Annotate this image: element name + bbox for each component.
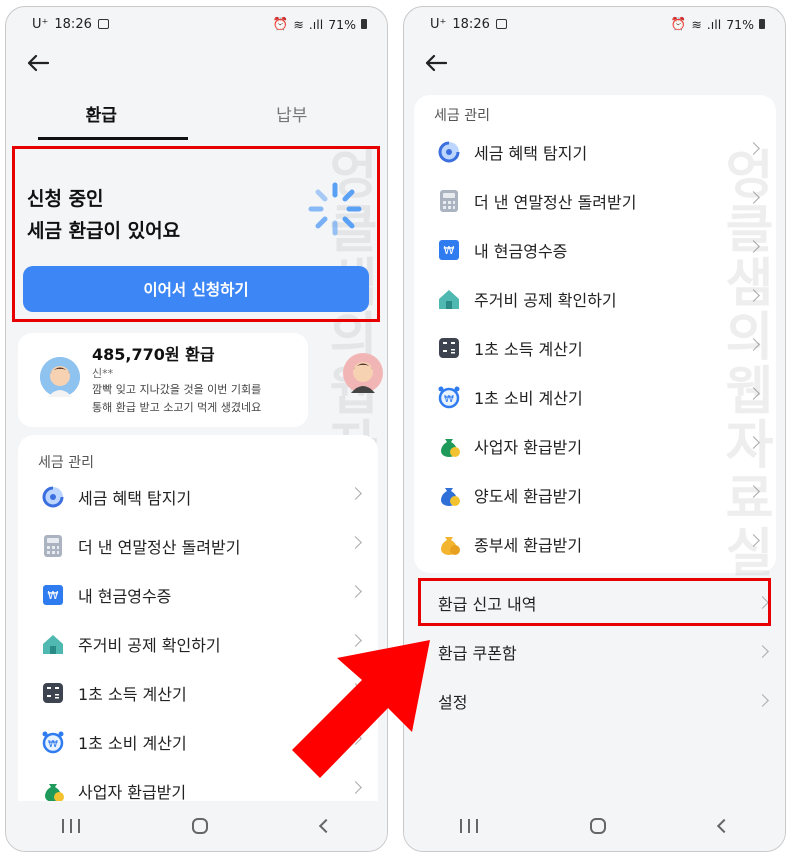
- carrier-label: U⁺: [430, 16, 447, 32]
- status-bar: U⁺ 18:26 ⏰ ≋ .ıll 71%: [404, 7, 785, 41]
- continue-apply-button[interactable]: 이어서 신청하기: [23, 266, 369, 312]
- list-item-label: 주거비 공제 확인하기: [78, 636, 221, 655]
- review-text: 깜빡 잊고 지나갔을 것을 이번 기회를 통해 환급 받고 소고기 먹게 생겼네…: [92, 381, 312, 417]
- svg-text:₩: ₩: [444, 244, 455, 257]
- apply-title-line1: 신청 중인: [27, 188, 104, 210]
- review-text-line2: 통해 환급 받고 소고기 먹게 생겼네요: [92, 401, 262, 414]
- list-item-label: 1초 소득 계산기: [474, 340, 583, 359]
- gallery-icon: [97, 19, 109, 29]
- house-icon: [436, 286, 462, 312]
- list-item-label: 더 낸 연말정산 돌려받기: [474, 193, 637, 212]
- spiral-icon: [40, 484, 66, 510]
- battery-icon: [759, 19, 765, 29]
- tab-indicator: [38, 137, 188, 140]
- recent-apps-icon[interactable]: [62, 819, 81, 833]
- red-pointer-arrow: [292, 640, 430, 778]
- list-item-label: 사업자 환급받기: [474, 438, 583, 457]
- chevron-right-icon: [756, 645, 769, 658]
- money-bag-blue-icon: [436, 482, 462, 508]
- menu-item-label: 설정: [438, 693, 468, 712]
- alarm-icon: ⏰: [670, 16, 687, 31]
- menu-item[interactable]: 설정: [420, 681, 785, 721]
- tab-payment[interactable]: 납부: [197, 91, 388, 139]
- battery-label: 71%: [328, 16, 356, 32]
- chevron-right-icon: [349, 487, 362, 500]
- list-item-label: 사업자 환급받기: [78, 783, 187, 802]
- list-item-label: 더 낸 연말정산 돌려받기: [78, 538, 241, 557]
- list-item-label: 1초 소득 계산기: [78, 685, 187, 704]
- list-item-label: 양도세 환급받기: [474, 487, 583, 506]
- wifi-icon: ≋: [691, 16, 702, 32]
- alarm-won-icon: ₩: [40, 729, 66, 755]
- section-title: 세금 관리: [434, 108, 490, 124]
- avatar: [40, 357, 80, 397]
- nav-back-icon[interactable]: [318, 818, 333, 834]
- carrier-label: U⁺: [32, 16, 49, 32]
- right-phone-screen: U⁺ 18:26 ⏰ ≋ .ıll 71% 세금 관리 세금 혜택 탐지기더 낸…: [403, 6, 786, 852]
- house-icon: [40, 631, 66, 657]
- back-arrow-icon[interactable]: [422, 49, 450, 77]
- money-bag-icon: [436, 433, 462, 459]
- android-nav-bar: [404, 801, 785, 851]
- receipt-icon: ₩: [40, 582, 66, 608]
- tab-refund[interactable]: 환급: [6, 91, 197, 139]
- money-bag-yellow-icon: [436, 531, 462, 557]
- chevron-right-icon: [756, 694, 769, 707]
- svg-text:₩: ₩: [444, 394, 454, 405]
- alarm-won-icon: ₩: [436, 384, 462, 410]
- calc-dark-icon: [436, 335, 462, 361]
- refund-amount: 485,770원 환급: [92, 345, 215, 364]
- recent-apps-icon[interactable]: [460, 819, 479, 833]
- status-bar: U⁺ 18:26 ⏰ ≋ .ıll 71%: [6, 7, 387, 41]
- calculator-icon: [40, 533, 66, 559]
- receipt-icon: ₩: [436, 237, 462, 263]
- signal-icon: .ıll: [308, 16, 324, 32]
- menu-item-label: 환급 쿠폰함: [438, 644, 517, 663]
- gallery-icon: [495, 19, 507, 29]
- calculator-icon: [436, 188, 462, 214]
- nav-back-icon[interactable]: [716, 818, 731, 834]
- list-item-label: 종부세 환급받기: [474, 536, 583, 555]
- list-item-label: 1초 소비 계산기: [474, 389, 583, 408]
- avatar-next: [343, 353, 383, 393]
- reviewer-name: 신**: [92, 367, 114, 380]
- calc-dark-icon: [40, 680, 66, 706]
- home-icon[interactable]: [192, 818, 209, 834]
- list-item-label: 내 현금영수증: [78, 587, 172, 606]
- list-item-label: 세금 혜택 탐지기: [78, 489, 192, 508]
- spiral-icon: [436, 139, 462, 165]
- back-arrow-icon[interactable]: [24, 49, 52, 77]
- menu-item[interactable]: 환급 쿠폰함: [420, 632, 785, 672]
- tab-bar: 환급 납부: [6, 91, 387, 139]
- list-item[interactable]: 세금 혜택 탐지기: [18, 475, 378, 519]
- watermark: 엉클샘의웹자료실: [714, 147, 774, 579]
- loading-spinner-icon: [308, 182, 362, 236]
- alarm-icon: ⏰: [272, 16, 289, 31]
- android-nav-bar: [6, 801, 387, 851]
- list-item-label: 1초 소비 계산기: [78, 734, 187, 753]
- wifi-icon: ≋: [293, 16, 304, 32]
- list-item[interactable]: 더 낸 연말정산 돌려받기: [18, 524, 378, 568]
- battery-label: 71%: [726, 16, 754, 32]
- list-item-label: 내 현금영수증: [474, 242, 568, 261]
- home-icon[interactable]: [590, 818, 607, 834]
- review-text-line1: 깜빡 잊고 지나갔을 것을 이번 기회를: [92, 383, 262, 396]
- refund-review-card: 485,770원 환급 신** 깜빡 잊고 지나갔을 것을 이번 기회를 통해 …: [18, 333, 308, 427]
- signal-icon: .ıll: [706, 16, 722, 32]
- chevron-right-icon: [349, 536, 362, 549]
- list-item-label: 주거비 공제 확인하기: [474, 291, 617, 310]
- apply-card-title: 신청 중인 세금 환급이 있어요: [27, 183, 180, 247]
- battery-icon: [361, 19, 367, 29]
- time-label: 18:26: [452, 16, 490, 32]
- apply-title-line2: 세금 환급이 있어요: [27, 220, 181, 242]
- highlight-frame: [418, 578, 771, 626]
- svg-text:₩: ₩: [48, 739, 58, 750]
- time-label: 18:26: [54, 16, 92, 32]
- svg-text:₩: ₩: [48, 589, 59, 602]
- section-title: 세금 관리: [38, 455, 94, 471]
- apply-card: 신청 중인 세금 환급이 있어요 이어서 신청하기: [12, 146, 380, 322]
- list-item-label: 세금 혜택 탐지기: [474, 144, 588, 163]
